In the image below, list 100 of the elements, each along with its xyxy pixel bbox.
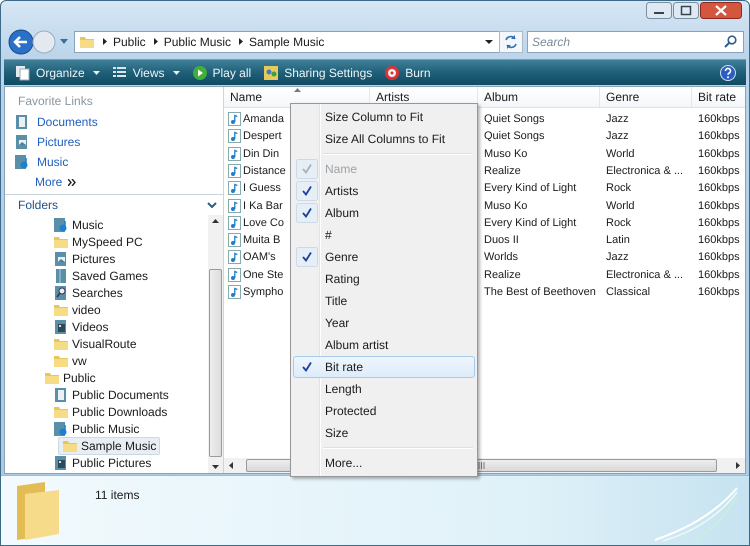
column-header[interactable]: Bit rate [698,90,736,104]
tree-item[interactable]: MySpeed PC [49,232,147,251]
table-cell: Muso Ko [484,148,528,160]
menu-item[interactable]: Size All Columns to Fit [293,128,475,150]
tree-item[interactable]: Videos [49,318,112,336]
scroll-up-icon[interactable] [212,219,219,224]
menu-item[interactable]: Year [293,312,475,334]
tree-item[interactable]: Searches [49,284,127,302]
toolbar-button[interactable]: Organize [10,62,105,84]
table-cell: Rock [606,182,632,194]
music-file-icon [228,268,241,282]
menu-item[interactable]: Album [293,202,475,224]
table-cell: Rock [606,216,632,229]
tree-item[interactable]: Pictures [49,250,120,268]
scroll-thumb[interactable] [209,268,222,457]
table-cell: Realize [484,268,521,281]
table-cell: Jazz [606,130,629,142]
pages-icon [15,64,31,80]
breadcrumb[interactable]: Public [113,34,146,49]
tree-item[interactable]: video [49,300,105,319]
tree-item[interactable]: Music [49,216,108,234]
tree-item[interactable]: Public Downloads [49,402,172,421]
menu-item[interactable]: More... [293,452,475,474]
pictures-folder-icon [53,250,69,267]
search-input[interactable]: Search [532,34,724,49]
folder-icon [15,480,61,542]
file-name[interactable]: Amanda [243,113,284,126]
tree-item[interactable]: Sample Music [58,436,160,455]
column-header[interactable]: Name [230,90,262,104]
chevron-icon [154,38,158,46]
favorite-link[interactable]: Music [5,152,223,172]
scroll-down-icon[interactable] [212,464,219,469]
column-header[interactable]: Album [484,90,518,104]
file-name[interactable]: One Ste [243,268,284,281]
file-name[interactable]: Love Co [243,216,284,229]
tree-item[interactable]: vw [49,352,91,370]
menu-item[interactable]: Album artist [293,334,475,356]
file-name[interactable]: I Guess [243,182,281,194]
file-name[interactable]: Distance [243,164,286,177]
menu-item[interactable]: Artists [293,180,475,202]
column-header[interactable]: Artists [376,90,410,104]
breadcrumb[interactable]: Sample Music [249,34,324,49]
table-cell: Quiet Songs [484,113,545,126]
tree-item[interactable]: Public Documents [49,386,173,404]
table-cell: The Best of Beethoven [484,286,596,298]
file-name[interactable]: Sympho [243,286,284,298]
toolbar-button[interactable]: Burn [379,62,436,84]
tree-item[interactable]: VisualRoute [49,334,140,353]
chevron-icon [103,38,107,46]
folders-header[interactable]: Folders [5,194,223,216]
toolbar-button[interactable]: Views [106,62,184,84]
more-link[interactable]: More [35,175,62,190]
favorite-link[interactable]: Pictures [5,132,223,152]
file-name[interactable]: OAM's [243,251,276,264]
tree-item[interactable]: Saved Games [49,266,152,285]
tree-item[interactable]: Public [40,368,100,387]
help-icon[interactable] [720,64,736,80]
history-dropdown-icon[interactable] [60,39,68,44]
scroll-right-icon[interactable] [736,462,740,469]
menu-item[interactable]: Length [293,378,475,400]
menu-item[interactable]: Size [293,422,475,444]
file-name[interactable]: Din Din [243,148,280,160]
menu-item[interactable]: Size Column to Fit [293,106,475,128]
file-name[interactable]: Muita B [243,234,280,246]
vertical-scrollbar[interactable] [208,215,223,473]
tree-item[interactable]: Public Pictures [49,454,156,472]
search-field[interactable]: Search [527,30,744,53]
dropdown-icon[interactable] [485,40,493,44]
documents-folder-icon [14,114,30,130]
people-icon [263,64,280,80]
scroll-left-icon[interactable] [229,462,233,469]
maximize-button[interactable] [673,2,699,19]
tree-item[interactable]: Public Music [49,420,144,438]
menu-item[interactable]: Rating [293,268,475,290]
table-cell: World [606,148,635,160]
table-cell: 160kbps [698,182,740,194]
close-button[interactable] [700,2,742,19]
menu-item[interactable]: # [293,224,475,246]
menu-item[interactable]: Bit rate [293,356,475,378]
toolbar-button[interactable]: Play all [186,62,256,84]
back-button[interactable] [8,28,34,55]
menu-item[interactable]: Protected [293,400,475,422]
file-name[interactable]: Despert [243,130,282,142]
music-folder-icon [53,216,69,233]
address-field[interactable]: Public Public Music Sample Music [74,30,500,53]
column-header[interactable]: Genre [606,90,640,104]
minimize-button[interactable] [646,2,672,19]
table-cell: 160kbps [698,268,740,281]
menu-item[interactable]: Title [293,290,475,312]
menu-item[interactable]: Genre [293,246,475,268]
favorite-link[interactable]: Documents [5,112,223,132]
breadcrumb[interactable]: Public Music [164,34,232,49]
toolbar-button[interactable]: Sharing Settings [258,62,378,84]
table-cell: 160kbps [698,113,740,126]
disc-icon [384,64,400,80]
caret-icon [92,70,100,74]
refresh-button[interactable] [499,30,523,53]
pictures-folder-icon [14,134,30,150]
item-count: 11 items [95,488,140,502]
file-name[interactable]: I Ka Bar [243,200,283,212]
